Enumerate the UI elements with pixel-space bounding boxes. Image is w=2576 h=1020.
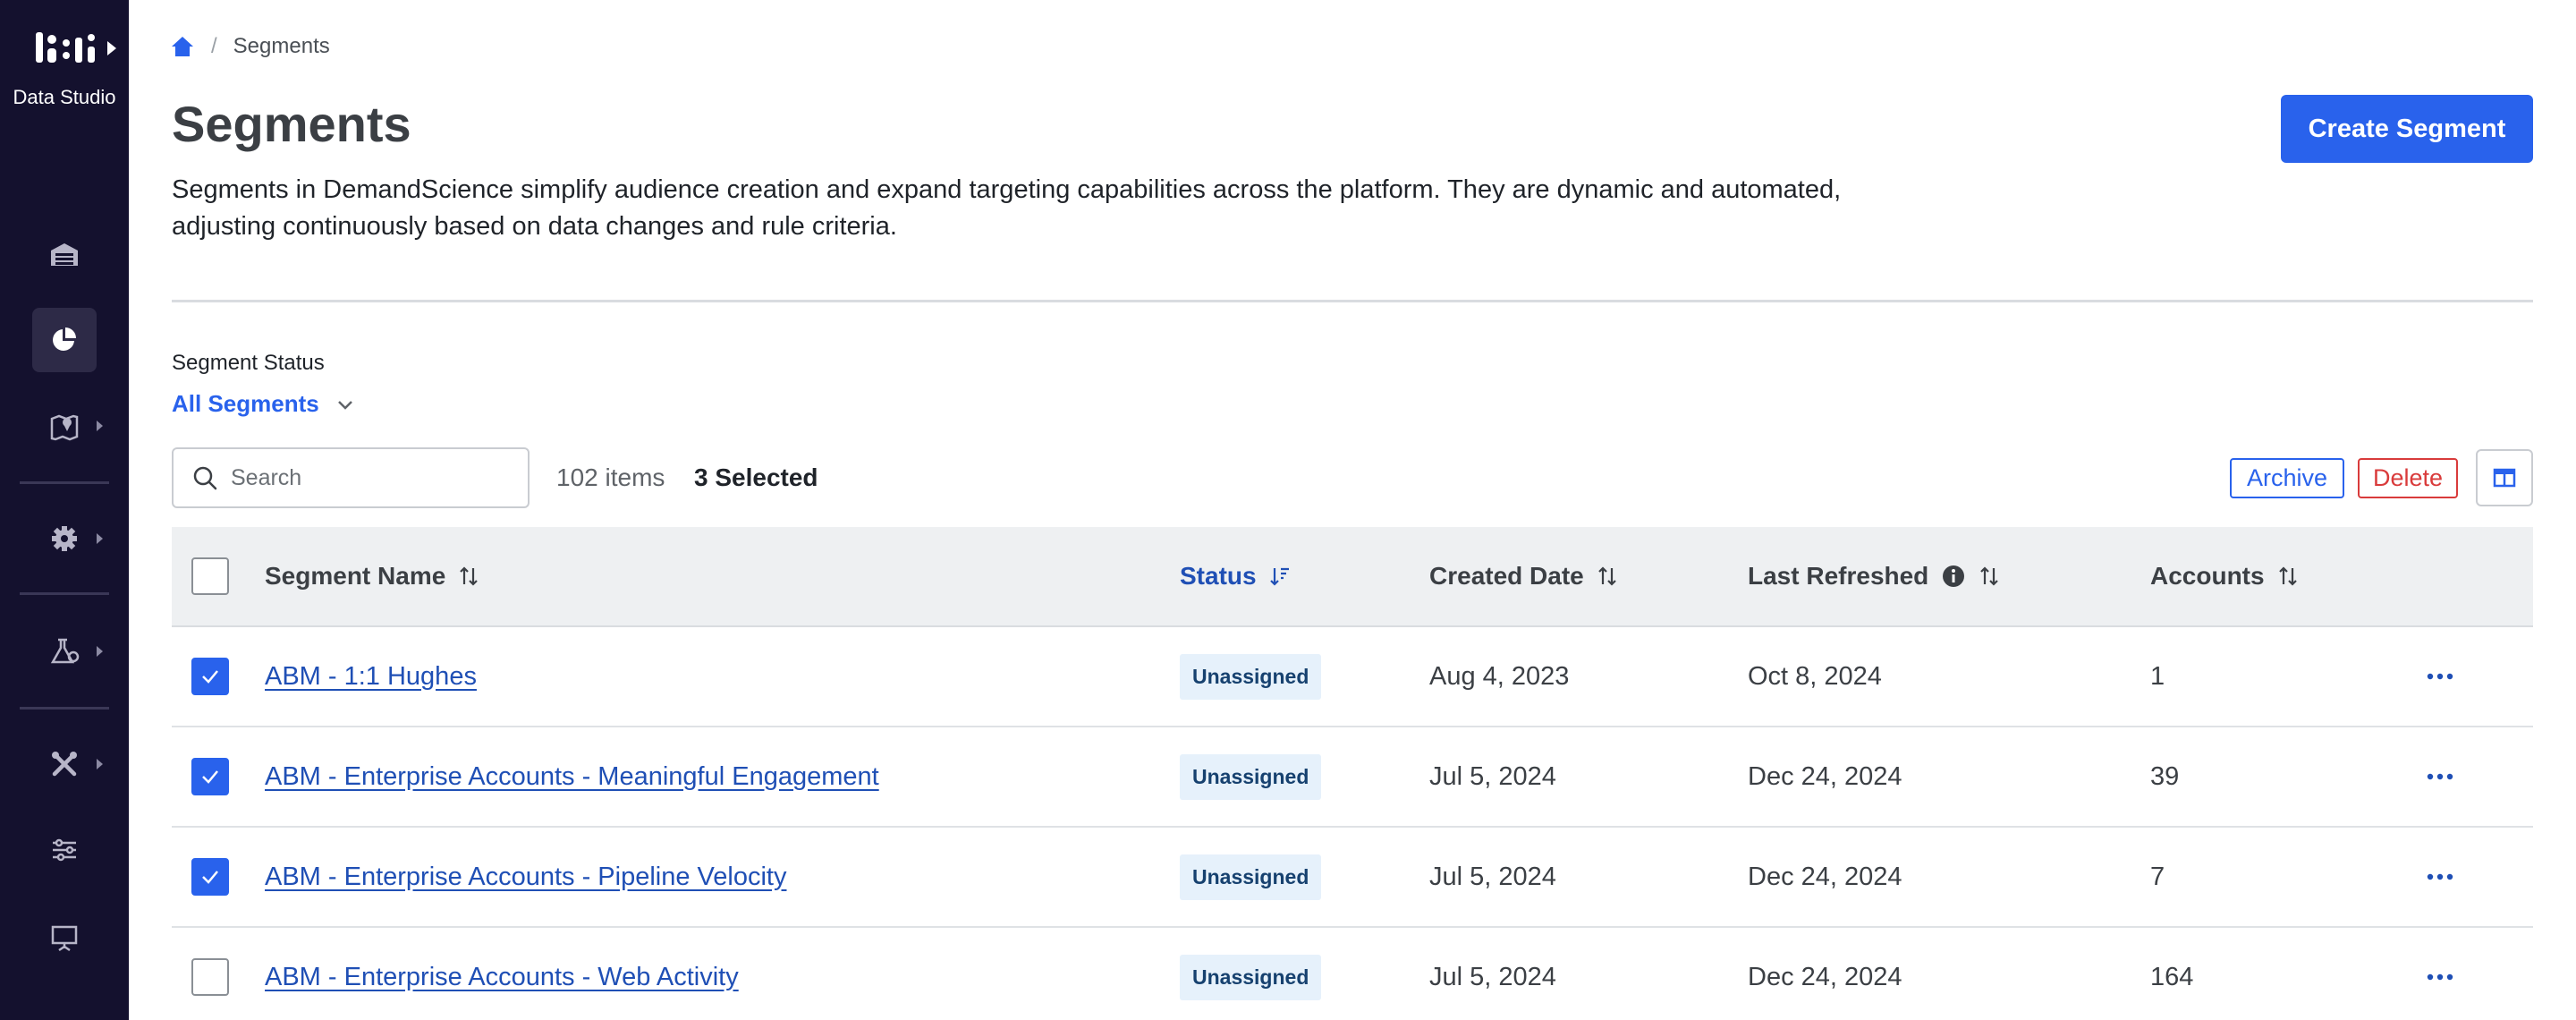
last-refreshed: Dec 24, 2024 [1748, 862, 1902, 891]
row-checkbox[interactable] [191, 658, 229, 695]
header-label: Segment Name [265, 562, 446, 590]
caret-right-icon[interactable] [97, 421, 103, 431]
status-badge: Unassigned [1180, 753, 1322, 800]
info-icon[interactable] [1941, 564, 1966, 589]
created-date: Aug 4, 2023 [1429, 661, 1570, 691]
sliders-icon[interactable] [32, 818, 97, 882]
delete-button[interactable]: Delete [2358, 458, 2458, 498]
created-date: Jul 5, 2024 [1429, 962, 1556, 991]
search-input[interactable] [231, 464, 499, 491]
app-name: Data Studio [13, 86, 116, 108]
header-label: Last Refreshed [1748, 562, 1929, 590]
more-icon[interactable] [2427, 673, 2453, 680]
header-created-date[interactable]: Created Date [1429, 527, 1618, 625]
search-icon [193, 466, 217, 490]
select-all-cell [191, 527, 229, 625]
last-refreshed: Dec 24, 2024 [1748, 962, 1902, 991]
accounts-count: 1 [2150, 661, 2165, 691]
accounts-count: 39 [2150, 761, 2180, 791]
nav-divider [20, 481, 109, 484]
select-all-checkbox[interactable] [191, 557, 229, 595]
selected-count: 3 Selected [694, 463, 818, 491]
caret-right-icon[interactable] [107, 41, 116, 55]
search-box[interactable] [172, 447, 530, 508]
header-status[interactable]: Status [1180, 527, 1291, 625]
created-date: Jul 5, 2024 [1429, 862, 1556, 891]
header-label: Accounts [2150, 562, 2265, 590]
table-header: Segment Name Status Created Date Last Re… [172, 527, 2533, 627]
page-title: Segments [172, 96, 411, 152]
segment-name-link[interactable]: ABM - Enterprise Accounts - Pipeline Vel… [265, 863, 786, 892]
breadcrumb-current: Segments [233, 34, 330, 58]
tools-icon[interactable] [32, 732, 97, 796]
pie-chart-icon[interactable] [32, 308, 97, 372]
created-date: Jul 5, 2024 [1429, 761, 1556, 791]
presentation-icon[interactable] [32, 905, 97, 970]
gear-icon[interactable] [32, 506, 97, 571]
sort-desc-icon[interactable] [1269, 565, 1291, 588]
breadcrumb-separator: / [211, 34, 217, 58]
last-refreshed: Oct 8, 2024 [1748, 661, 1882, 691]
caret-right-icon[interactable] [97, 646, 103, 657]
lab-icon[interactable] [32, 619, 97, 684]
chevron-down-icon [337, 400, 352, 410]
more-icon[interactable] [2427, 973, 2453, 981]
segment-name-link[interactable]: ABM - Enterprise Accounts - Web Activity [265, 963, 739, 992]
header-last-refreshed[interactable]: Last Refreshed [1748, 527, 2000, 625]
segment-status-dropdown[interactable]: All Segments [172, 390, 355, 418]
sort-icon[interactable] [2277, 565, 2299, 588]
accounts-count: 164 [2150, 962, 2194, 991]
map-pin-icon[interactable] [32, 394, 97, 458]
logo[interactable] [34, 30, 104, 66]
sort-icon[interactable] [458, 565, 479, 588]
items-count: 102 items [556, 463, 665, 491]
status-badge: Unassigned [1180, 954, 1322, 1000]
status-badge: Unassigned [1180, 653, 1322, 700]
segment-status-label: Segment Status [172, 351, 325, 375]
table-row[interactable]: ABM - 1:1 Hughes Unassigned Aug 4, 2023 … [172, 627, 2533, 727]
sidebar: Data Studio [0, 0, 129, 1020]
columns-button[interactable] [2476, 449, 2533, 506]
caret-right-icon[interactable] [97, 759, 103, 769]
check-icon [202, 670, 218, 684]
home-icon[interactable] [170, 34, 195, 59]
segments-table: Segment Name Status Created Date Last Re… [172, 527, 2533, 1020]
caret-right-icon[interactable] [97, 533, 103, 544]
more-icon[interactable] [2427, 773, 2453, 780]
table-row[interactable]: ABM - Enterprise Accounts - Web Activity… [172, 928, 2533, 1020]
last-refreshed: Dec 24, 2024 [1748, 761, 1902, 791]
nav-divider [20, 592, 109, 595]
status-badge: Unassigned [1180, 854, 1322, 900]
header-label: Created Date [1429, 562, 1584, 590]
nav-divider [20, 707, 109, 710]
header-label: Status [1180, 562, 1257, 590]
table-row[interactable]: ABM - Enterprise Accounts - Meaningful E… [172, 727, 2533, 828]
segment-name-link[interactable]: ABM - Enterprise Accounts - Meaningful E… [265, 762, 879, 792]
segment-name-link[interactable]: ABM - 1:1 Hughes [265, 662, 477, 692]
breadcrumb: / Segments [170, 32, 330, 61]
segment-status-value: All Segments [172, 390, 319, 417]
header-accounts[interactable]: Accounts [2150, 527, 2299, 625]
archive-button[interactable]: Archive [2230, 458, 2344, 498]
check-icon [202, 770, 218, 784]
more-icon[interactable] [2427, 873, 2453, 880]
header-segment-name[interactable]: Segment Name [265, 527, 479, 625]
row-checkbox[interactable] [191, 958, 229, 996]
divider [172, 300, 2533, 302]
columns-icon [2493, 468, 2516, 488]
sort-icon[interactable] [1597, 565, 1618, 588]
row-checkbox[interactable] [191, 858, 229, 896]
check-icon [202, 871, 218, 884]
accounts-count: 7 [2150, 862, 2165, 891]
page-description: Segments in DemandScience simplify audie… [172, 175, 1842, 241]
row-checkbox[interactable] [191, 758, 229, 795]
create-segment-button[interactable]: Create Segment [2281, 95, 2533, 163]
table-row[interactable]: ABM - Enterprise Accounts - Pipeline Vel… [172, 828, 2533, 928]
sort-icon[interactable] [1979, 565, 2000, 588]
warehouse-icon[interactable] [32, 222, 97, 286]
